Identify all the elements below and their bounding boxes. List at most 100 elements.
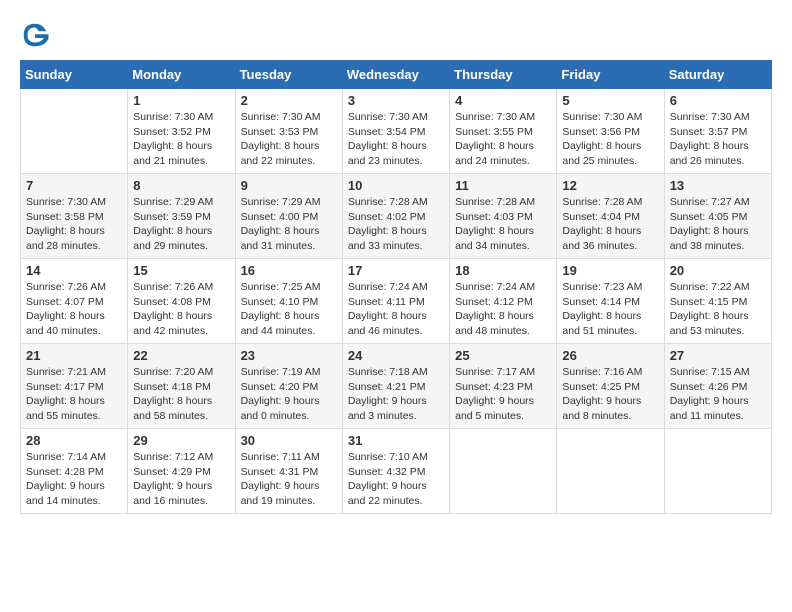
day-number: 26 <box>562 348 658 363</box>
day-info: Sunrise: 7:30 AMSunset: 3:53 PMDaylight:… <box>241 110 337 169</box>
day-info: Sunrise: 7:25 AMSunset: 4:10 PMDaylight:… <box>241 280 337 339</box>
day-number: 12 <box>562 178 658 193</box>
day-number: 30 <box>241 433 337 448</box>
day-number: 1 <box>133 93 229 108</box>
day-number: 6 <box>670 93 766 108</box>
day-info: Sunrise: 7:29 AMSunset: 4:00 PMDaylight:… <box>241 195 337 254</box>
day-info: Sunrise: 7:28 AMSunset: 4:03 PMDaylight:… <box>455 195 551 254</box>
day-number: 19 <box>562 263 658 278</box>
day-number: 25 <box>455 348 551 363</box>
day-number: 7 <box>26 178 122 193</box>
calendar-cell: 26 Sunrise: 7:16 AMSunset: 4:25 PMDayligh… <box>557 344 664 429</box>
calendar-cell: 6 Sunrise: 7:30 AMSunset: 3:57 PMDaylight… <box>664 89 771 174</box>
calendar-cell: 31Sunrise: 7:10 AMSunset: 4:32 PMDayligh… <box>342 429 449 514</box>
day-info: Sunrise: 7:14 AMSunset: 4:28 PMDaylight:… <box>26 450 122 509</box>
day-info: Sunrise: 7:30 AMSunset: 3:58 PMDaylight:… <box>26 195 122 254</box>
page-header <box>20 20 772 50</box>
calendar-cell <box>557 429 664 514</box>
calendar-week-row: 14Sunrise: 7:26 AMSunset: 4:07 PMDayligh… <box>21 259 772 344</box>
day-number: 21 <box>26 348 122 363</box>
day-of-week-header: Wednesday <box>342 61 449 89</box>
calendar-cell: 30 Sunrise: 7:11 AMSunset: 4:31 PMDayligh… <box>235 429 342 514</box>
day-info: Sunrise: 7:18 AMSunset: 4:21 PMDaylight:… <box>348 365 444 424</box>
day-number: 24 <box>348 348 444 363</box>
day-info: Sunrise: 7:12 AMSunset: 4:29 PMDaylight:… <box>133 450 229 509</box>
day-number: 17 <box>348 263 444 278</box>
day-number: 5 <box>562 93 658 108</box>
day-of-week-header: Saturday <box>664 61 771 89</box>
day-info: Sunrise: 7:17 AMSunset: 4:23 PMDaylight:… <box>455 365 551 424</box>
day-of-week-header: Monday <box>128 61 235 89</box>
calendar-cell: 2 Sunrise: 7:30 AMSunset: 3:53 PMDaylight… <box>235 89 342 174</box>
calendar-cell: 1 Sunrise: 7:30 AMSunset: 3:52 PMDaylight… <box>128 89 235 174</box>
calendar-week-row: 28 Sunrise: 7:14 AMSunset: 4:28 PMDayligh… <box>21 429 772 514</box>
day-number: 11 <box>455 178 551 193</box>
day-info: Sunrise: 7:27 AMSunset: 4:05 PMDaylight:… <box>670 195 766 254</box>
day-info: Sunrise: 7:10 AMSunset: 4:32 PMDaylight:… <box>348 450 444 509</box>
day-info: Sunrise: 7:23 AMSunset: 4:14 PMDaylight:… <box>562 280 658 339</box>
day-of-week-header: Sunday <box>21 61 128 89</box>
day-info: Sunrise: 7:24 AMSunset: 4:12 PMDaylight:… <box>455 280 551 339</box>
day-number: 9 <box>241 178 337 193</box>
calendar-cell: 15Sunrise: 7:26 AMSunset: 4:08 PMDayligh… <box>128 259 235 344</box>
day-info: Sunrise: 7:30 AMSunset: 3:52 PMDaylight:… <box>133 110 229 169</box>
calendar-cell: 4 Sunrise: 7:30 AMSunset: 3:55 PMDaylight… <box>450 89 557 174</box>
calendar-cell: 24 Sunrise: 7:18 AMSunset: 4:21 PMDayligh… <box>342 344 449 429</box>
calendar-week-row: 7 Sunrise: 7:30 AMSunset: 3:58 PMDaylight… <box>21 174 772 259</box>
day-number: 15 <box>133 263 229 278</box>
calendar-cell: 17Sunrise: 7:24 AMSunset: 4:11 PMDayligh… <box>342 259 449 344</box>
day-info: Sunrise: 7:30 AMSunset: 3:56 PMDaylight:… <box>562 110 658 169</box>
calendar-cell <box>664 429 771 514</box>
day-number: 2 <box>241 93 337 108</box>
day-number: 29 <box>133 433 229 448</box>
day-of-week-header: Thursday <box>450 61 557 89</box>
calendar-cell: 8 Sunrise: 7:29 AMSunset: 3:59 PMDaylight… <box>128 174 235 259</box>
calendar-cell: 11 Sunrise: 7:28 AMSunset: 4:03 PMDayligh… <box>450 174 557 259</box>
calendar-cell: 12 Sunrise: 7:28 AMSunset: 4:04 PMDayligh… <box>557 174 664 259</box>
day-number: 13 <box>670 178 766 193</box>
day-number: 14 <box>26 263 122 278</box>
day-info: Sunrise: 7:28 AMSunset: 4:02 PMDaylight:… <box>348 195 444 254</box>
day-info: Sunrise: 7:29 AMSunset: 3:59 PMDaylight:… <box>133 195 229 254</box>
calendar-table: SundayMondayTuesdayWednesdayThursdayFrid… <box>20 60 772 514</box>
calendar-cell: 14Sunrise: 7:26 AMSunset: 4:07 PMDayligh… <box>21 259 128 344</box>
calendar-cell: 18 Sunrise: 7:24 AMSunset: 4:12 PMDayligh… <box>450 259 557 344</box>
calendar-cell: 9 Sunrise: 7:29 AMSunset: 4:00 PMDaylight… <box>235 174 342 259</box>
day-number: 18 <box>455 263 551 278</box>
day-info: Sunrise: 7:20 AMSunset: 4:18 PMDaylight:… <box>133 365 229 424</box>
day-number: 8 <box>133 178 229 193</box>
day-number: 4 <box>455 93 551 108</box>
calendar-cell: 7 Sunrise: 7:30 AMSunset: 3:58 PMDaylight… <box>21 174 128 259</box>
day-info: Sunrise: 7:16 AMSunset: 4:25 PMDaylight:… <box>562 365 658 424</box>
day-number: 16 <box>241 263 337 278</box>
day-info: Sunrise: 7:19 AMSunset: 4:20 PMDaylight:… <box>241 365 337 424</box>
calendar-cell: 3 Sunrise: 7:30 AMSunset: 3:54 PMDaylight… <box>342 89 449 174</box>
day-info: Sunrise: 7:21 AMSunset: 4:17 PMDaylight:… <box>26 365 122 424</box>
day-number: 23 <box>241 348 337 363</box>
day-number: 22 <box>133 348 229 363</box>
calendar-cell: 27Sunrise: 7:15 AMSunset: 4:26 PMDayligh… <box>664 344 771 429</box>
calendar-cell: 23 Sunrise: 7:19 AMSunset: 4:20 PMDayligh… <box>235 344 342 429</box>
day-info: Sunrise: 7:30 AMSunset: 3:55 PMDaylight:… <box>455 110 551 169</box>
calendar-cell: 19 Sunrise: 7:23 AMSunset: 4:14 PMDayligh… <box>557 259 664 344</box>
calendar-cell: 22 Sunrise: 7:20 AMSunset: 4:18 PMDayligh… <box>128 344 235 429</box>
day-number: 28 <box>26 433 122 448</box>
day-number: 20 <box>670 263 766 278</box>
calendar-cell <box>21 89 128 174</box>
calendar-header-row: SundayMondayTuesdayWednesdayThursdayFrid… <box>21 61 772 89</box>
day-number: 3 <box>348 93 444 108</box>
day-of-week-header: Friday <box>557 61 664 89</box>
calendar-cell: 29 Sunrise: 7:12 AMSunset: 4:29 PMDayligh… <box>128 429 235 514</box>
day-info: Sunrise: 7:22 AMSunset: 4:15 PMDaylight:… <box>670 280 766 339</box>
day-info: Sunrise: 7:30 AMSunset: 3:54 PMDaylight:… <box>348 110 444 169</box>
logo-icon <box>20 20 50 50</box>
calendar-cell: 5 Sunrise: 7:30 AMSunset: 3:56 PMDaylight… <box>557 89 664 174</box>
day-info: Sunrise: 7:11 AMSunset: 4:31 PMDaylight:… <box>241 450 337 509</box>
calendar-cell: 28 Sunrise: 7:14 AMSunset: 4:28 PMDayligh… <box>21 429 128 514</box>
calendar-cell: 25 Sunrise: 7:17 AMSunset: 4:23 PMDayligh… <box>450 344 557 429</box>
calendar-week-row: 1 Sunrise: 7:30 AMSunset: 3:52 PMDaylight… <box>21 89 772 174</box>
calendar-cell: 21 Sunrise: 7:21 AMSunset: 4:17 PMDayligh… <box>21 344 128 429</box>
day-info: Sunrise: 7:28 AMSunset: 4:04 PMDaylight:… <box>562 195 658 254</box>
day-info: Sunrise: 7:15 AMSunset: 4:26 PMDaylight:… <box>670 365 766 424</box>
day-info: Sunrise: 7:30 AMSunset: 3:57 PMDaylight:… <box>670 110 766 169</box>
